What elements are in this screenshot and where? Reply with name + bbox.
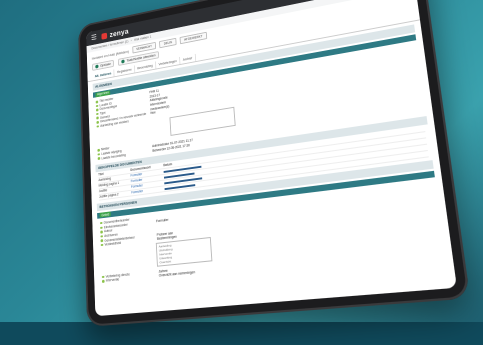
required-dot-icon [97,157,100,160]
menu-icon[interactable]: ☰ [91,33,97,42]
required-dot-icon [95,100,98,104]
required-dot-icon [101,279,105,283]
required-dot-icon [100,243,103,247]
app-screen: ☰ zenya 👤︎ 🔔︎ Documenten / formulieren (… [86,0,457,317]
required-dot-icon [100,239,103,243]
redacted-value [164,183,196,190]
ipad-body: ☰ zenya 👤︎ 🔔︎ Documenten / formulieren (… [78,0,471,327]
save-label: Opslaan [100,62,112,68]
required-dot-icon [101,275,105,279]
required-dot-icon [100,235,103,238]
required-dot-icon [99,221,103,225]
save-icon [95,64,99,69]
required-dot-icon [100,230,103,234]
required-dot-icon [95,108,99,112]
section-badge[interactable]: Geleid [99,211,111,218]
zenya-logo-icon [101,32,108,40]
task-icon [121,59,126,64]
app-name: zenya [109,26,129,39]
required-dot-icon [96,125,99,128]
tab-item[interactable]: Archief [180,53,196,65]
options-listbox[interactable]: Aanleiding Uitdrukking Interventie Uitwe… [155,236,213,267]
required-dot-icon [96,120,99,124]
required-dot-icon [96,116,99,120]
required-dot-icon [97,148,100,152]
ipad-frame: ☰ zenya 👤︎ 🔔︎ Documenten / formulieren (… [78,0,472,337]
required-dot-icon [100,226,103,229]
